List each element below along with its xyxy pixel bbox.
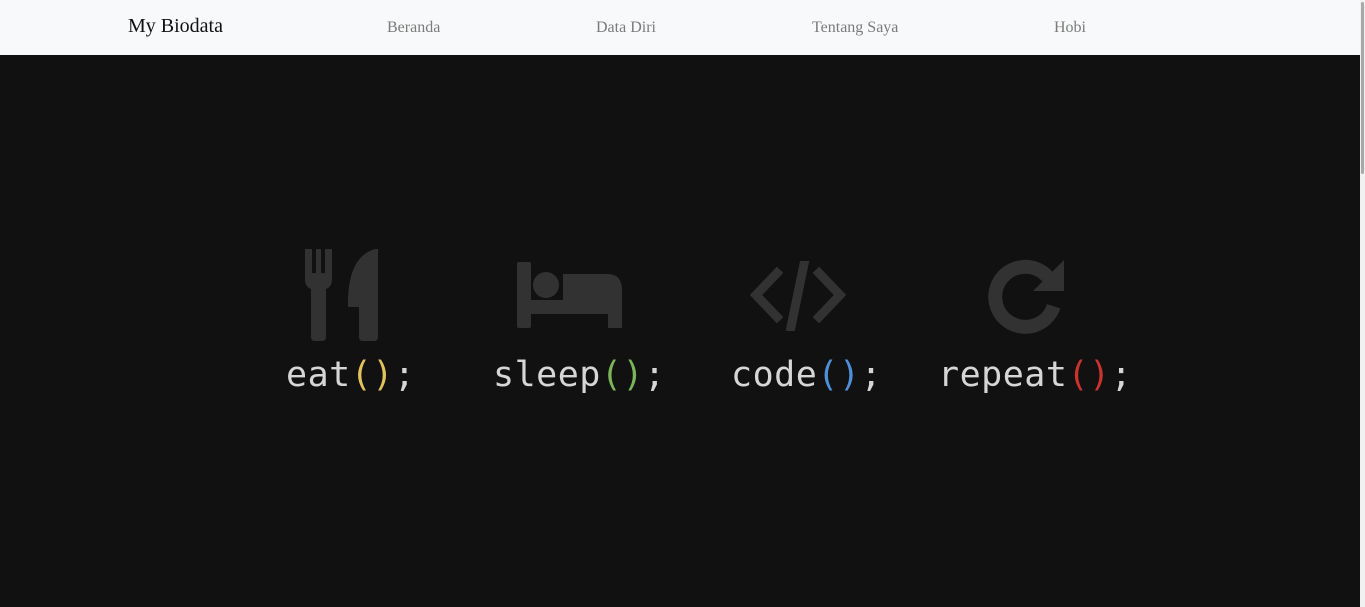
sleep-semicolon: ;	[644, 355, 666, 395]
nav-link-beranda[interactable]: Beranda	[387, 19, 440, 37]
nav-link-tentang-saya[interactable]: Tentang Saya	[812, 19, 898, 37]
repeat-parens: ()	[1067, 355, 1111, 395]
eat-word: eat	[286, 355, 351, 395]
scrollbar-thumb[interactable]	[1361, 2, 1364, 174]
sleep-word: sleep	[493, 355, 601, 395]
redo-icon	[985, 258, 1065, 336]
eat-parens: ()	[350, 355, 394, 395]
code-icon	[750, 261, 846, 331]
navbar: My Biodata Beranda Data Diri Tentang Say…	[0, 0, 1360, 55]
repeat-code-label: repeat();	[938, 355, 1132, 395]
utensils-icon	[305, 249, 379, 341]
eat-code-label: eat();	[286, 355, 415, 395]
bed-icon	[517, 262, 623, 329]
repeat-word: repeat	[938, 355, 1068, 395]
code-parens: ()	[817, 355, 861, 395]
sleep-parens: ()	[600, 355, 645, 395]
code-semicolon: ;	[860, 355, 883, 395]
code-code-label: code();	[731, 355, 882, 395]
code-word: code	[731, 355, 818, 395]
eat-semicolon: ;	[393, 355, 416, 395]
brand-link[interactable]: My Biodata	[128, 15, 223, 38]
sleep-code-label: sleep();	[493, 355, 666, 395]
nav-link-data-diri[interactable]: Data Diri	[596, 19, 656, 37]
repeat-semicolon: ;	[1110, 355, 1133, 395]
hero-section	[0, 55, 1360, 607]
nav-link-hobi[interactable]: Hobi	[1054, 19, 1086, 37]
